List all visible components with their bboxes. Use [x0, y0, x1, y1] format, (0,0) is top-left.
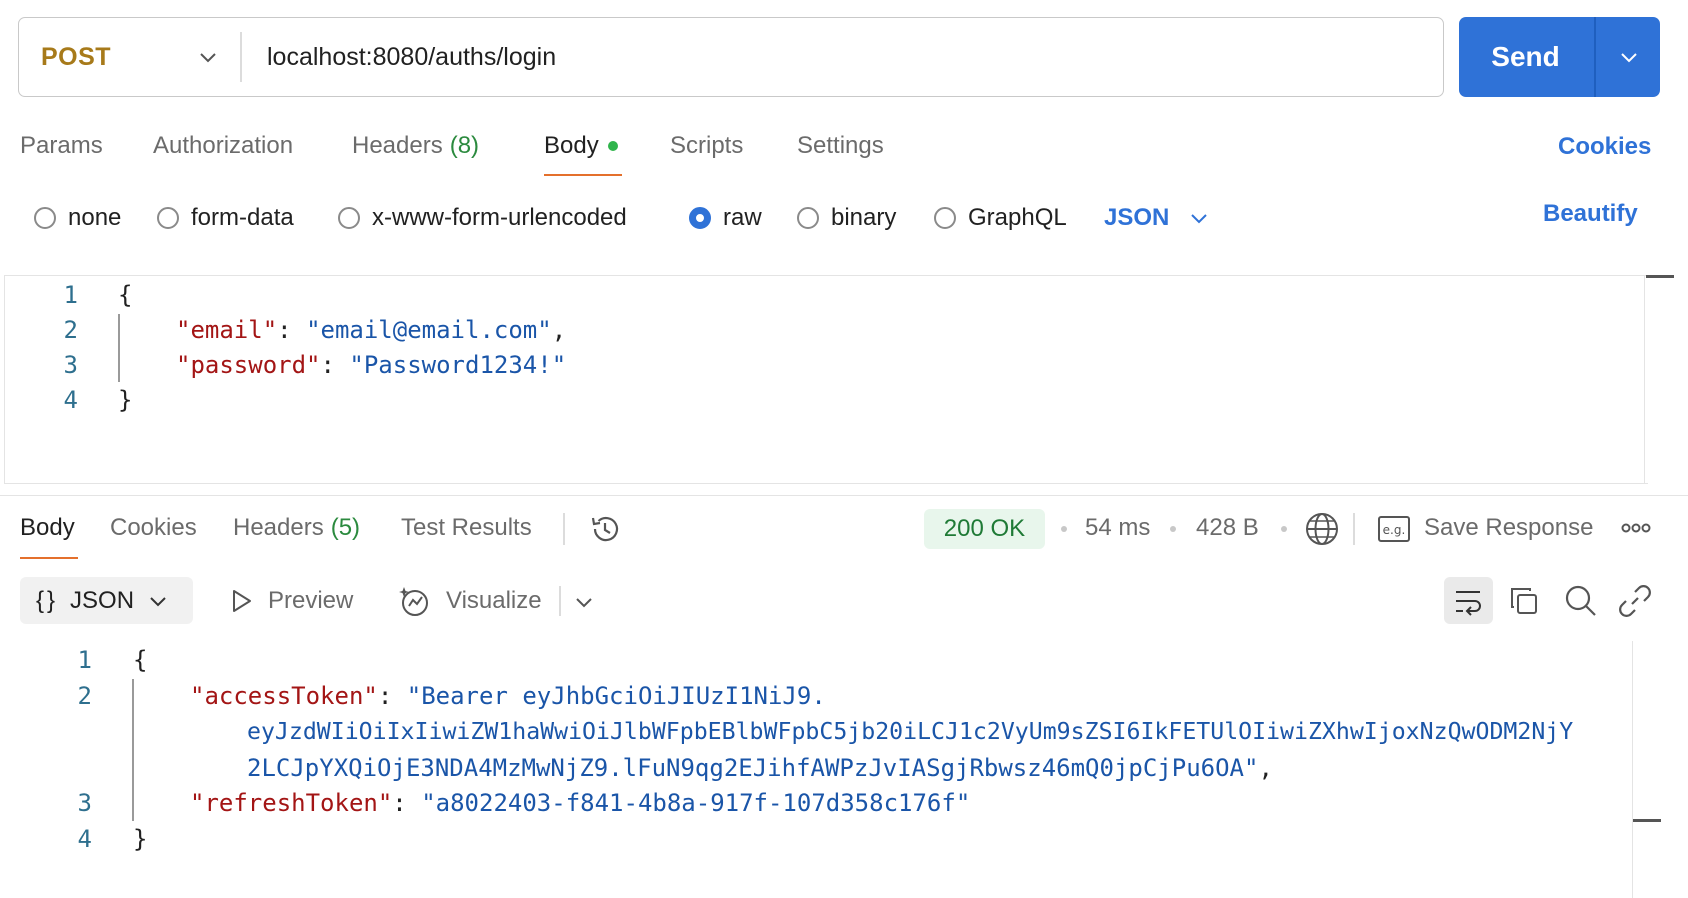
chevron-down-icon: [1191, 214, 1208, 224]
braces-icon: {}: [36, 586, 59, 614]
line-number: 1: [63, 281, 78, 309]
line-number: 4: [63, 386, 78, 414]
indent-guide: [118, 314, 120, 382]
response-tab-body[interactable]: Body: [20, 510, 75, 546]
code-line: }: [133, 825, 148, 853]
status-badge[interactable]: 200 OK: [924, 509, 1045, 549]
separator-dot: [1061, 526, 1067, 532]
method-select[interactable]: POST: [41, 18, 111, 96]
tab-params[interactable]: Params: [20, 128, 103, 164]
wrap-lines-button[interactable]: [1444, 577, 1493, 624]
copy-icon[interactable]: [1508, 585, 1540, 617]
headers-count: (8): [449, 132, 480, 159]
divider: [0, 495, 1688, 496]
line-number: 2: [77, 682, 92, 710]
radio-circle: [934, 207, 956, 229]
radio-circle: [157, 207, 179, 229]
play-icon: [233, 589, 251, 612]
chevron-down-icon: [150, 596, 166, 606]
divider: [240, 32, 242, 82]
radio-raw[interactable]: raw: [689, 200, 762, 236]
divider: [1594, 17, 1596, 97]
scrollbar-thumb[interactable]: [1633, 819, 1661, 822]
code-line: }: [118, 386, 133, 414]
history-icon[interactable]: [588, 512, 622, 546]
active-tab-indicator: [544, 174, 622, 176]
line-number: 2: [63, 316, 78, 344]
headers-count: (5): [330, 514, 361, 541]
chevron-down-icon[interactable]: [1617, 45, 1641, 69]
divider: [559, 586, 561, 616]
cookies-link[interactable]: Cookies: [1558, 133, 1651, 161]
code-line: {: [133, 646, 148, 674]
separator-dot: [1170, 526, 1176, 532]
code-line: "email": "email@email.com",: [176, 316, 567, 344]
radio-circle-selected: [689, 207, 711, 229]
visualize-button[interactable]: Visualize: [398, 577, 542, 624]
save-response-button[interactable]: Save Response: [1424, 510, 1593, 546]
code-line: "refreshToken": "a8022403-f841-4b8a-917f…: [190, 789, 971, 817]
separator-dot: [1281, 526, 1287, 532]
svg-text:e.g.: e.g.: [1383, 523, 1406, 537]
more-options-icon[interactable]: [1621, 522, 1651, 534]
radio-x-www-form-urlencoded[interactable]: x-www-form-urlencoded: [338, 200, 627, 236]
code-line-wrapped: 2LCJpYXQiOjE3NDA4MzMwNjZ9.lFuN9qg2EJihfA…: [247, 754, 1273, 782]
send-label[interactable]: Send: [1459, 17, 1592, 97]
code-line: {: [118, 281, 133, 309]
radio-form-data[interactable]: form-data: [157, 200, 294, 236]
radio-circle: [797, 207, 819, 229]
body-format-select[interactable]: JSON: [1104, 200, 1209, 236]
scrollbar[interactable]: [1632, 641, 1633, 898]
send-button[interactable]: Send: [1459, 17, 1660, 97]
divider: [563, 513, 565, 545]
line-number: 3: [63, 351, 78, 379]
indent-guide: [132, 679, 134, 821]
url-input[interactable]: localhost:8080/auths/login: [267, 18, 556, 96]
response-tab-headers[interactable]: Headers (5): [233, 510, 360, 546]
radio-graphql[interactable]: GraphQL: [934, 200, 1067, 236]
modified-dot-icon: [607, 141, 618, 151]
radio-none[interactable]: none: [34, 200, 121, 236]
response-time[interactable]: 54 ms: [1085, 510, 1150, 546]
preview-button[interactable]: Preview: [228, 577, 353, 624]
response-tab-cookies[interactable]: Cookies: [110, 510, 197, 546]
link-icon[interactable]: [1618, 584, 1652, 618]
tab-authorization[interactable]: Authorization: [153, 128, 293, 164]
beautify-button[interactable]: Beautify: [1543, 200, 1638, 228]
divider: [1353, 513, 1355, 545]
active-tab-indicator: [20, 557, 78, 559]
chevron-down-icon[interactable]: [574, 592, 594, 612]
radio-circle: [34, 207, 56, 229]
tab-body[interactable]: Body: [544, 128, 618, 164]
scrollbar[interactable]: [1644, 275, 1645, 484]
scrollbar-thumb[interactable]: [1646, 275, 1674, 278]
visualize-icon: [399, 586, 428, 616]
code-line-wrapped: eyJzdWIiOiIxIiwiZW1haWwiOiJlbWFpbEBlbWFp…: [247, 718, 1574, 745]
tab-settings[interactable]: Settings: [797, 128, 884, 164]
tab-scripts[interactable]: Scripts: [670, 128, 743, 164]
code-line: "accessToken": "Bearer eyJhbGciOiJIUzI1N…: [190, 682, 826, 710]
response-size[interactable]: 428 B: [1196, 510, 1259, 546]
radio-binary[interactable]: binary: [797, 200, 896, 236]
response-tab-test-results[interactable]: Test Results: [401, 510, 532, 546]
line-number: 1: [77, 646, 92, 674]
globe-icon[interactable]: [1304, 511, 1340, 547]
radio-circle: [338, 207, 360, 229]
example-icon[interactable]: e.g.: [1377, 514, 1411, 544]
url-bar: POST localhost:8080/auths/login: [18, 17, 1444, 97]
code-line: "password": "Password1234!": [176, 351, 567, 379]
search-icon[interactable]: [1564, 584, 1598, 618]
line-number: 4: [77, 825, 92, 853]
wrap-lines-icon: [1456, 591, 1481, 616]
response-format-select[interactable]: {} JSON: [20, 577, 193, 624]
chevron-down-icon[interactable]: [197, 46, 219, 68]
line-number: 3: [77, 789, 92, 817]
tab-headers[interactable]: Headers (8): [352, 128, 479, 164]
